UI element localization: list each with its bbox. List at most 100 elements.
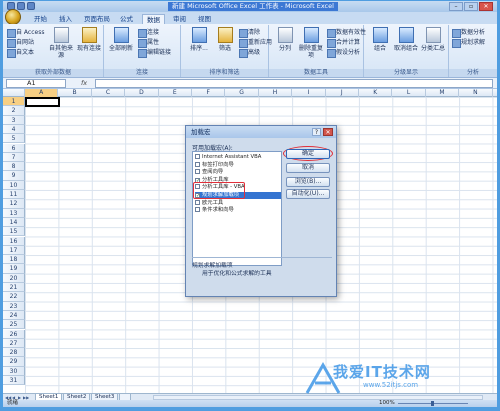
- reapply-button[interactable]: 重新应用: [239, 38, 272, 48]
- sort-button[interactable]: 排序...: [185, 27, 213, 52]
- redo-icon[interactable]: [27, 2, 35, 10]
- column-header[interactable]: G: [225, 89, 259, 97]
- advanced-button[interactable]: 高级: [239, 48, 260, 58]
- column-header[interactable]: I: [292, 89, 326, 97]
- active-cell[interactable]: [25, 97, 60, 107]
- row-header[interactable]: 13: [3, 208, 25, 218]
- row-header[interactable]: 26: [3, 329, 25, 339]
- from-text-button[interactable]: 自文本: [7, 48, 34, 58]
- dialog-close-button[interactable]: ✕: [323, 128, 333, 136]
- data-analysis-button[interactable]: 数据分析: [452, 28, 485, 38]
- minimize-button[interactable]: –: [449, 2, 463, 11]
- from-access-button[interactable]: 自 Access: [7, 28, 44, 38]
- undo-icon[interactable]: [17, 2, 25, 10]
- tab-formulas[interactable]: 公式: [116, 14, 137, 24]
- zoom-slider-thumb[interactable]: [431, 401, 434, 406]
- row-header[interactable]: 29: [3, 357, 25, 367]
- column-header[interactable]: M: [426, 89, 460, 97]
- edit-links-button[interactable]: 编辑链接: [138, 48, 171, 58]
- connections-button[interactable]: 连接: [138, 28, 159, 38]
- tab-insert[interactable]: 插入: [55, 14, 76, 24]
- select-all-corner[interactable]: [3, 89, 25, 97]
- row-header[interactable]: 25: [3, 320, 25, 330]
- row-header[interactable]: 21: [3, 283, 25, 293]
- row-header[interactable]: 18: [3, 255, 25, 265]
- row-header[interactable]: 10: [3, 180, 25, 190]
- automation-button[interactable]: 自动化(U)...: [286, 189, 330, 199]
- row-header[interactable]: 14: [3, 217, 25, 228]
- column-header[interactable]: F: [192, 89, 226, 97]
- addin-list-item[interactable]: 条件求和向导: [195, 207, 234, 214]
- formula-input[interactable]: [95, 79, 493, 88]
- row-header[interactable]: 7: [3, 152, 25, 163]
- subtotal-button[interactable]: 分类汇总: [419, 27, 447, 52]
- row-header[interactable]: 3: [3, 115, 25, 125]
- row-header[interactable]: 24: [3, 310, 25, 321]
- addin-list-item[interactable]: 欧元工具: [195, 199, 223, 207]
- row-header[interactable]: 31: [3, 376, 25, 386]
- from-web-button[interactable]: 自网站: [7, 38, 34, 48]
- addin-list-item[interactable]: Internet Assistant VBA: [195, 154, 261, 161]
- column-header[interactable]: K: [359, 89, 393, 97]
- column-header[interactable]: J: [326, 89, 359, 97]
- clear-button[interactable]: 清除: [239, 28, 260, 38]
- text-to-columns-button[interactable]: 分列: [271, 27, 299, 52]
- group-button[interactable]: 组合: [366, 27, 394, 52]
- row-header[interactable]: 11: [3, 190, 25, 200]
- what-if-button[interactable]: 假设分析: [327, 48, 360, 58]
- row-header[interactable]: 12: [3, 199, 25, 209]
- addin-list-item[interactable]: 标签打印向导: [195, 161, 234, 169]
- filter-button[interactable]: 筛选: [211, 27, 239, 52]
- zoom-level[interactable]: 100%: [379, 400, 395, 407]
- row-header[interactable]: 16: [3, 236, 25, 246]
- tab-page-layout[interactable]: 页面布局: [80, 14, 114, 24]
- row-header[interactable]: 8: [3, 162, 25, 172]
- from-other-sources-button[interactable]: 自其他来源: [47, 27, 75, 59]
- data-validation-button[interactable]: 数据有效性: [327, 28, 366, 38]
- fx-icon[interactable]: fx: [81, 79, 93, 88]
- column-header[interactable]: E: [159, 89, 192, 97]
- solver-button[interactable]: 规划求解: [452, 38, 485, 48]
- ok-button[interactable]: 确定: [286, 149, 330, 159]
- addin-checkbox[interactable]: [195, 199, 200, 205]
- ungroup-button[interactable]: 取消组合: [392, 27, 420, 52]
- row-header[interactable]: 9: [3, 171, 25, 181]
- row-header[interactable]: 1: [3, 97, 25, 107]
- row-header[interactable]: 17: [3, 245, 25, 256]
- row-header[interactable]: 28: [3, 348, 25, 358]
- consolidate-button[interactable]: 合并计算: [327, 38, 360, 48]
- row-header[interactable]: 6: [3, 143, 25, 153]
- close-button[interactable]: ✕: [479, 2, 493, 11]
- existing-connections-button[interactable]: 现有连接: [75, 27, 103, 52]
- row-header[interactable]: 5: [3, 134, 25, 144]
- column-header[interactable]: C: [92, 89, 126, 97]
- column-header[interactable]: B: [58, 89, 92, 97]
- cancel-button[interactable]: 取消: [286, 163, 330, 173]
- column-header[interactable]: D: [125, 89, 159, 97]
- row-header[interactable]: 15: [3, 227, 25, 237]
- tab-home[interactable]: 开始: [30, 14, 51, 24]
- column-header[interactable]: N: [459, 89, 493, 97]
- browse-button[interactable]: 浏览(B)...: [286, 177, 330, 187]
- restore-button[interactable]: ▫: [464, 2, 478, 11]
- properties-button[interactable]: 属性: [138, 38, 159, 48]
- row-header[interactable]: 27: [3, 338, 25, 349]
- row-header[interactable]: 2: [3, 106, 25, 116]
- refresh-all-button[interactable]: 全部刷新: [107, 27, 135, 52]
- row-header[interactable]: 22: [3, 292, 25, 302]
- addin-checkbox[interactable]: [195, 207, 200, 213]
- row-header[interactable]: 4: [3, 124, 25, 135]
- name-box[interactable]: A1: [6, 79, 66, 88]
- addin-list-item[interactable]: 查阅向导: [195, 169, 223, 176]
- tab-view[interactable]: 视图: [194, 14, 215, 24]
- office-button[interactable]: [5, 9, 21, 25]
- addin-checkbox[interactable]: [195, 161, 200, 167]
- addin-checkbox[interactable]: [195, 154, 200, 159]
- row-header[interactable]: 30: [3, 366, 25, 376]
- row-header[interactable]: 19: [3, 264, 25, 274]
- column-header[interactable]: L: [392, 89, 426, 97]
- tab-review[interactable]: 审阅: [169, 14, 190, 24]
- help-button[interactable]: ?: [312, 128, 321, 136]
- column-header[interactable]: A: [25, 89, 59, 97]
- row-header[interactable]: 20: [3, 273, 25, 283]
